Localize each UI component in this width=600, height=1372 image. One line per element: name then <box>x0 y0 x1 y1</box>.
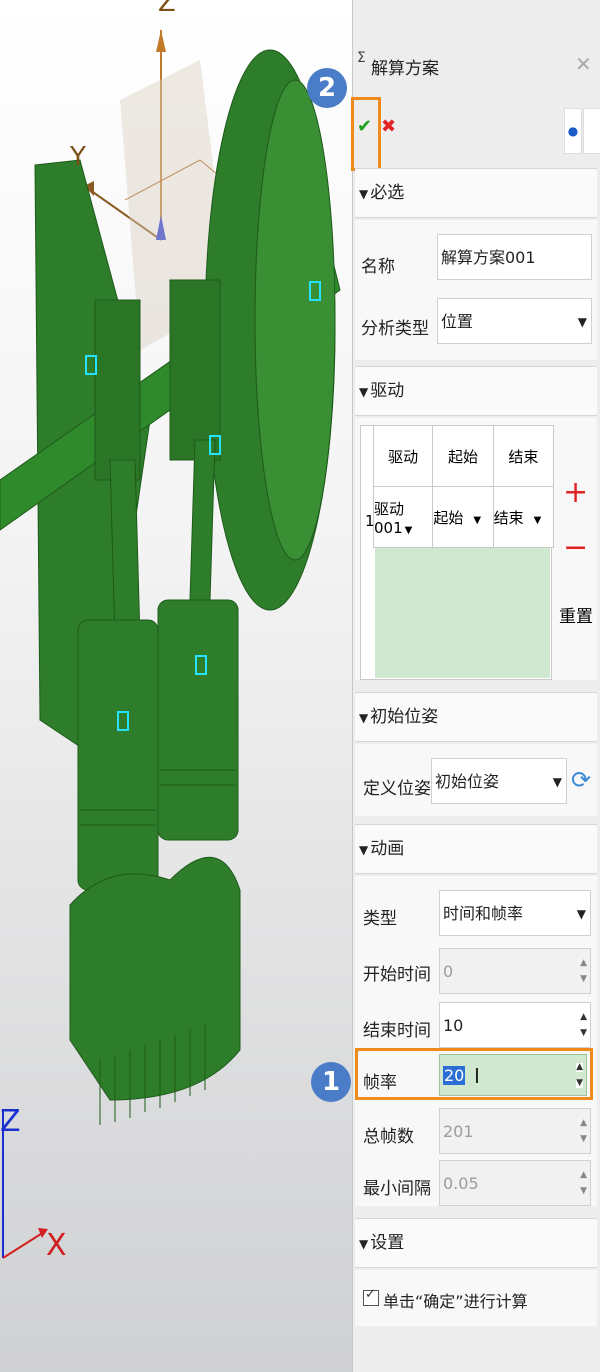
text-cursor-icon: I <box>474 1064 480 1088</box>
col-end: 结束 <box>492 425 555 487</box>
step-badge-1: 1 <box>311 1062 351 1102</box>
solver-icon: Σ <box>357 50 366 66</box>
section-animation[interactable]: ▼ 动画 <box>355 824 597 874</box>
section-required[interactable]: ▼ 必选 <box>355 168 597 218</box>
chevron-down-icon: ▼ <box>552 775 562 789</box>
section-settings[interactable]: ▼ 设置 <box>355 1218 597 1268</box>
end-cell[interactable]: 结束 ▼ <box>492 486 555 548</box>
info-icon[interactable]: ● <box>564 108 582 154</box>
3d-viewport[interactable]: Z Y Z X <box>0 0 352 1372</box>
frame-rate-label: 帧率 <box>363 1073 397 1093</box>
help-icon[interactable] <box>583 108 600 154</box>
total-frames-input: 201 ▲ ▼ <box>439 1108 591 1154</box>
row-index: 1 <box>365 512 375 530</box>
remove-row-button[interactable]: − <box>563 530 588 565</box>
check-icon: ✓ <box>365 1287 376 1302</box>
section-initial-pose[interactable]: ▼ 初始位姿 <box>355 692 597 742</box>
cancel-button[interactable]: ✖ <box>381 116 396 137</box>
confirm-checkbox[interactable]: ✓ <box>363 1287 379 1306</box>
frame-rate-input[interactable]: 20 I ▲ ▼ <box>439 1054 587 1096</box>
section-settings-title: 设置 <box>370 1233 405 1253</box>
axis-z-label-bottom: Z <box>0 1104 21 1139</box>
anim-type-select[interactable]: 时间和帧率 ▼ <box>439 890 591 936</box>
refresh-icon[interactable]: ⟳ <box>571 766 591 794</box>
drive-cell[interactable]: 驱动001 ▼ <box>372 486 434 548</box>
total-frames-label: 总帧数 <box>363 1127 414 1147</box>
drive-table: 驱动 起始 结束 驱动001 ▼ 起始 ▼ 结束 ▼ <box>372 425 555 548</box>
add-row-button[interactable]: + <box>563 475 588 510</box>
close-icon[interactable]: ✕ <box>575 52 592 76</box>
name-label: 名称 <box>361 257 395 277</box>
start-cell[interactable]: 起始 ▼ <box>432 486 494 548</box>
x-axis-bottom <box>2 1231 45 1259</box>
end-time-label: 结束时间 <box>363 1021 431 1041</box>
anim-type-label: 类型 <box>363 909 397 929</box>
start-time-label: 开始时间 <box>363 965 431 985</box>
solution-panel: Σ 解算方案 ✕ ✔ ✖ ● ▼ 必选 名称 解算方案001 分析类型 位置 ▼ … <box>351 0 600 1372</box>
col-drive: 驱动 <box>372 425 434 487</box>
start-time-input: 0 ▲ ▼ <box>439 948 591 994</box>
step-badge-2: 2 <box>307 68 347 108</box>
axis-y-label-top: Y <box>70 142 86 172</box>
chevron-down-icon: ▼ <box>577 315 587 329</box>
confirm-label: 单击“确定”进行计算 <box>383 1292 528 1311</box>
axis-x-label-bottom: X <box>46 1228 67 1263</box>
section-drive[interactable]: ▼ 驱动 <box>355 366 597 416</box>
col-start: 起始 <box>432 425 494 487</box>
min-interval-input: 0.05 ▲ ▼ <box>439 1160 591 1206</box>
dialog-title: 解算方案 <box>371 59 439 79</box>
reset-button[interactable]: 重置 <box>559 602 593 627</box>
section-initial-pose-title: 初始位姿 <box>370 707 439 727</box>
define-pose-select[interactable]: 初始位姿 ▼ <box>431 758 567 804</box>
section-animation-title: 动画 <box>370 839 405 859</box>
analysis-type-value: 位置 <box>441 312 474 331</box>
name-input[interactable]: 解算方案001 <box>437 234 592 280</box>
table-row[interactable]: 驱动001 ▼ 起始 ▼ 结束 ▼ <box>372 486 555 548</box>
analysis-type-label: 分析类型 <box>361 319 429 339</box>
chevron-down-icon: ▼ <box>576 907 586 921</box>
end-time-input[interactable]: 10 ▲ ▼ <box>439 1002 591 1048</box>
section-required-title: 必选 <box>370 183 405 203</box>
section-drive-title: 驱动 <box>370 381 405 401</box>
analysis-type-select[interactable]: 位置 ▼ <box>437 298 592 344</box>
assembly-model[interactable] <box>0 0 352 1372</box>
axis-z-label-top: Z <box>158 0 176 18</box>
anim-type-value: 时间和帧率 <box>443 904 524 923</box>
ok-button[interactable]: ✔ <box>357 116 372 137</box>
frame-rate-value: 20 <box>443 1066 466 1085</box>
define-pose-value: 初始位姿 <box>435 772 500 791</box>
min-interval-label: 最小间隔 <box>363 1179 431 1199</box>
define-pose-label: 定义位姿 <box>363 779 431 799</box>
